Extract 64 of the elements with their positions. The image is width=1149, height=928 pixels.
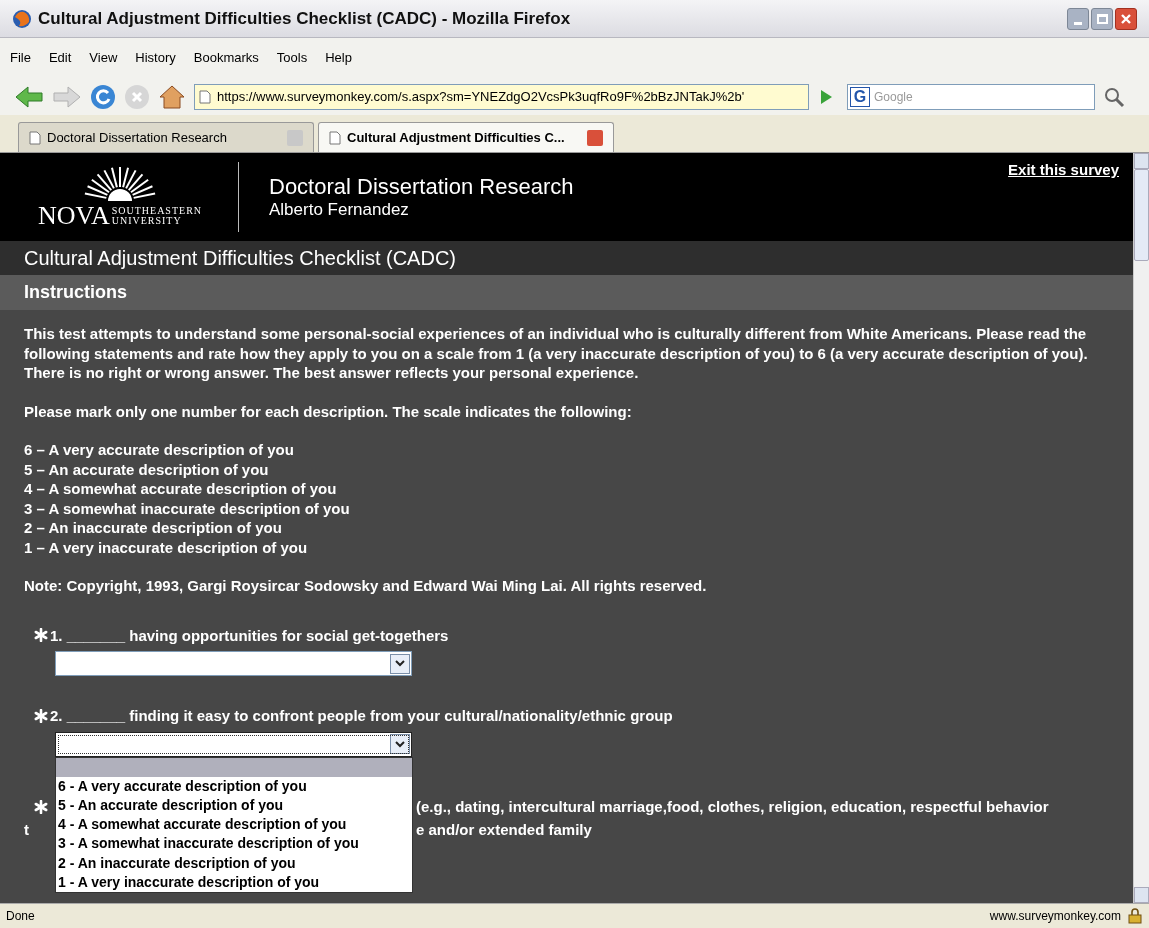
question-text: (e.g., dating, intercultural marriage,food, clothes, religion, education, respectful behavior: [416, 797, 1049, 817]
menu-item[interactable]: History: [135, 48, 176, 68]
question-text: 2. _______ finding it easy to confront people from your cultural/nationality/ethnic group: [50, 706, 673, 726]
scale-item: 6 – A very accurate description of you: [24, 440, 294, 460]
reload-icon[interactable]: [90, 83, 116, 110]
required-star-icon: [34, 628, 48, 643]
section-heading: Instructions: [0, 275, 1133, 310]
dropdown-option[interactable]: 4 - A somewhat accurate description of you: [56, 815, 412, 835]
dropdown-option[interactable]: 6 - A very accurate description of you: [56, 776, 412, 796]
close-button[interactable]: [1115, 7, 1137, 30]
address-field[interactable]: https://www.surveymonkey.com/s.aspx?sm=YNEZdgO2VcsPk3uqfRo9F%2bBzJNTakJ%2b': [194, 83, 809, 110]
required-star-icon: [34, 708, 48, 723]
menu-item[interactable]: Bookmarks: [193, 48, 259, 68]
search-field[interactable]: G Google: [847, 83, 1095, 110]
page-icon: [199, 89, 211, 104]
header-title: Doctoral Dissertation Research: [269, 174, 574, 200]
header-subtitle: Alberto Fernandez: [269, 200, 410, 220]
status-text: Done: [6, 908, 35, 925]
close-icon: [1120, 12, 1132, 25]
menu-item[interactable]: File: [10, 48, 31, 68]
minimize-button[interactable]: [1067, 7, 1089, 30]
browser-tab[interactable]: Doctoral Dissertation Research: [18, 122, 314, 152]
survey-title: Cultural Adjustment Difficulties Checklist (CADC): [0, 241, 1133, 275]
page-icon: [29, 130, 41, 145]
chevron-down-icon: [395, 740, 405, 748]
padlock-icon: [1127, 908, 1143, 924]
exit-survey-link[interactable]: Exit this survey: [1008, 159, 1119, 182]
home-icon[interactable]: [158, 83, 186, 110]
dropdown-option[interactable]: 2 - An inaccurate description of you: [56, 853, 412, 873]
search-icon[interactable]: [1103, 85, 1125, 108]
dropdown-option[interactable]: 3 - A somewhat inaccurate description of you: [56, 834, 412, 854]
dropdown-arrow-button[interactable]: [390, 734, 410, 754]
dropdown-option[interactable]: 5 - An accurate description of you: [56, 795, 412, 816]
vertical-scrollbar[interactable]: [1133, 153, 1149, 903]
required-star-icon: [34, 800, 48, 814]
question-text: e and/or extended family: [416, 820, 592, 840]
intro-paragraph: This test attempts to understand some personal-social experiences of an individual who is culturally different from White Americans. Please read the following statements and rate how they apply to you on a scale from 1 (a very inaccurate description of you) to 6 (a very accurate description of you). There is no right or wrong answer. The best answer reflects your personal experience.: [24, 324, 1089, 383]
menu-item[interactable]: Edit: [48, 48, 72, 68]
menu-item[interactable]: View: [89, 48, 118, 68]
maximize-button[interactable]: [1091, 7, 1113, 30]
copyright-note: Note: Copyright, 1993, Gargi Roysircar Sodowsky and Edward Wai Ming Lai. All rights reserved.: [24, 576, 708, 596]
menu-item[interactable]: Tools: [276, 48, 308, 68]
tab-close-icon[interactable]: [587, 129, 603, 146]
dropdown-arrow-button[interactable]: [390, 653, 410, 674]
question-text: t: [24, 820, 29, 840]
scale-item: 1 – A very inaccurate description of you: [24, 537, 308, 557]
browser-logo-icon: [12, 8, 32, 29]
status-site: www.surveymonkey.com: [989, 908, 1121, 925]
question-text: 1. _______ having opportunities for social get-togethers: [50, 625, 449, 645]
menu-item[interactable]: Help: [325, 48, 352, 68]
search-engine-badge[interactable]: G: [850, 86, 870, 107]
dropdown-option[interactable]: 1 - A very inaccurate description of you: [56, 873, 412, 893]
scale-item: 4 – A somewhat accurate description of you: [24, 479, 337, 499]
scale-item: 2 – An inaccurate description of you: [24, 518, 282, 538]
scale-instructions: Please mark only one number for each description. The scale indicates the following:: [24, 401, 633, 421]
page-icon: [329, 130, 341, 145]
chevron-down-icon: [395, 660, 405, 667]
answer-dropdown[interactable]: [55, 731, 412, 757]
scale-item: 3 – A somewhat inaccurate description of you: [24, 498, 350, 518]
scale-item: 5 – An accurate description of you: [24, 459, 269, 479]
blank-option[interactable]: [56, 757, 412, 777]
browser-tab[interactable]: Cultural Adjustment Difficulties C...: [318, 122, 614, 152]
back-arrow-icon[interactable]: [14, 84, 44, 109]
window-title: Cultural Adjustment Difficulties Checklist (CADC) - Mozilla Firefox: [38, 7, 571, 30]
